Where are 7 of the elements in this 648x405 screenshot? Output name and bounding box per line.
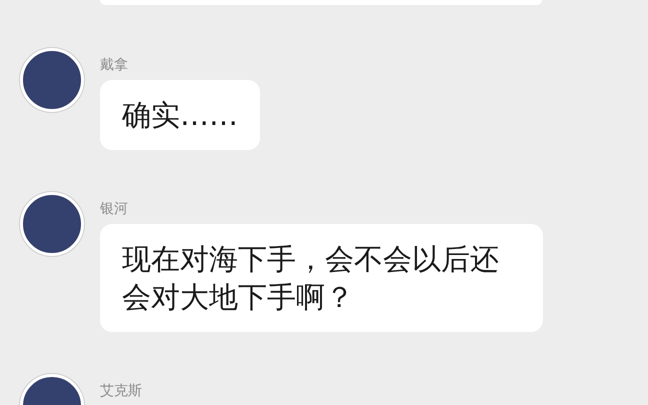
- message-bubble: 确实……: [100, 80, 260, 150]
- avatar[interactable]: [20, 48, 84, 112]
- sender-name: 戴拿: [100, 56, 129, 74]
- message-bubble: 现在对海下手，会不会以后还会对大地下手啊？: [100, 224, 543, 332]
- sender-name: 银河: [100, 200, 129, 218]
- avatar[interactable]: [20, 192, 84, 256]
- sender-name: 艾克斯: [100, 382, 142, 400]
